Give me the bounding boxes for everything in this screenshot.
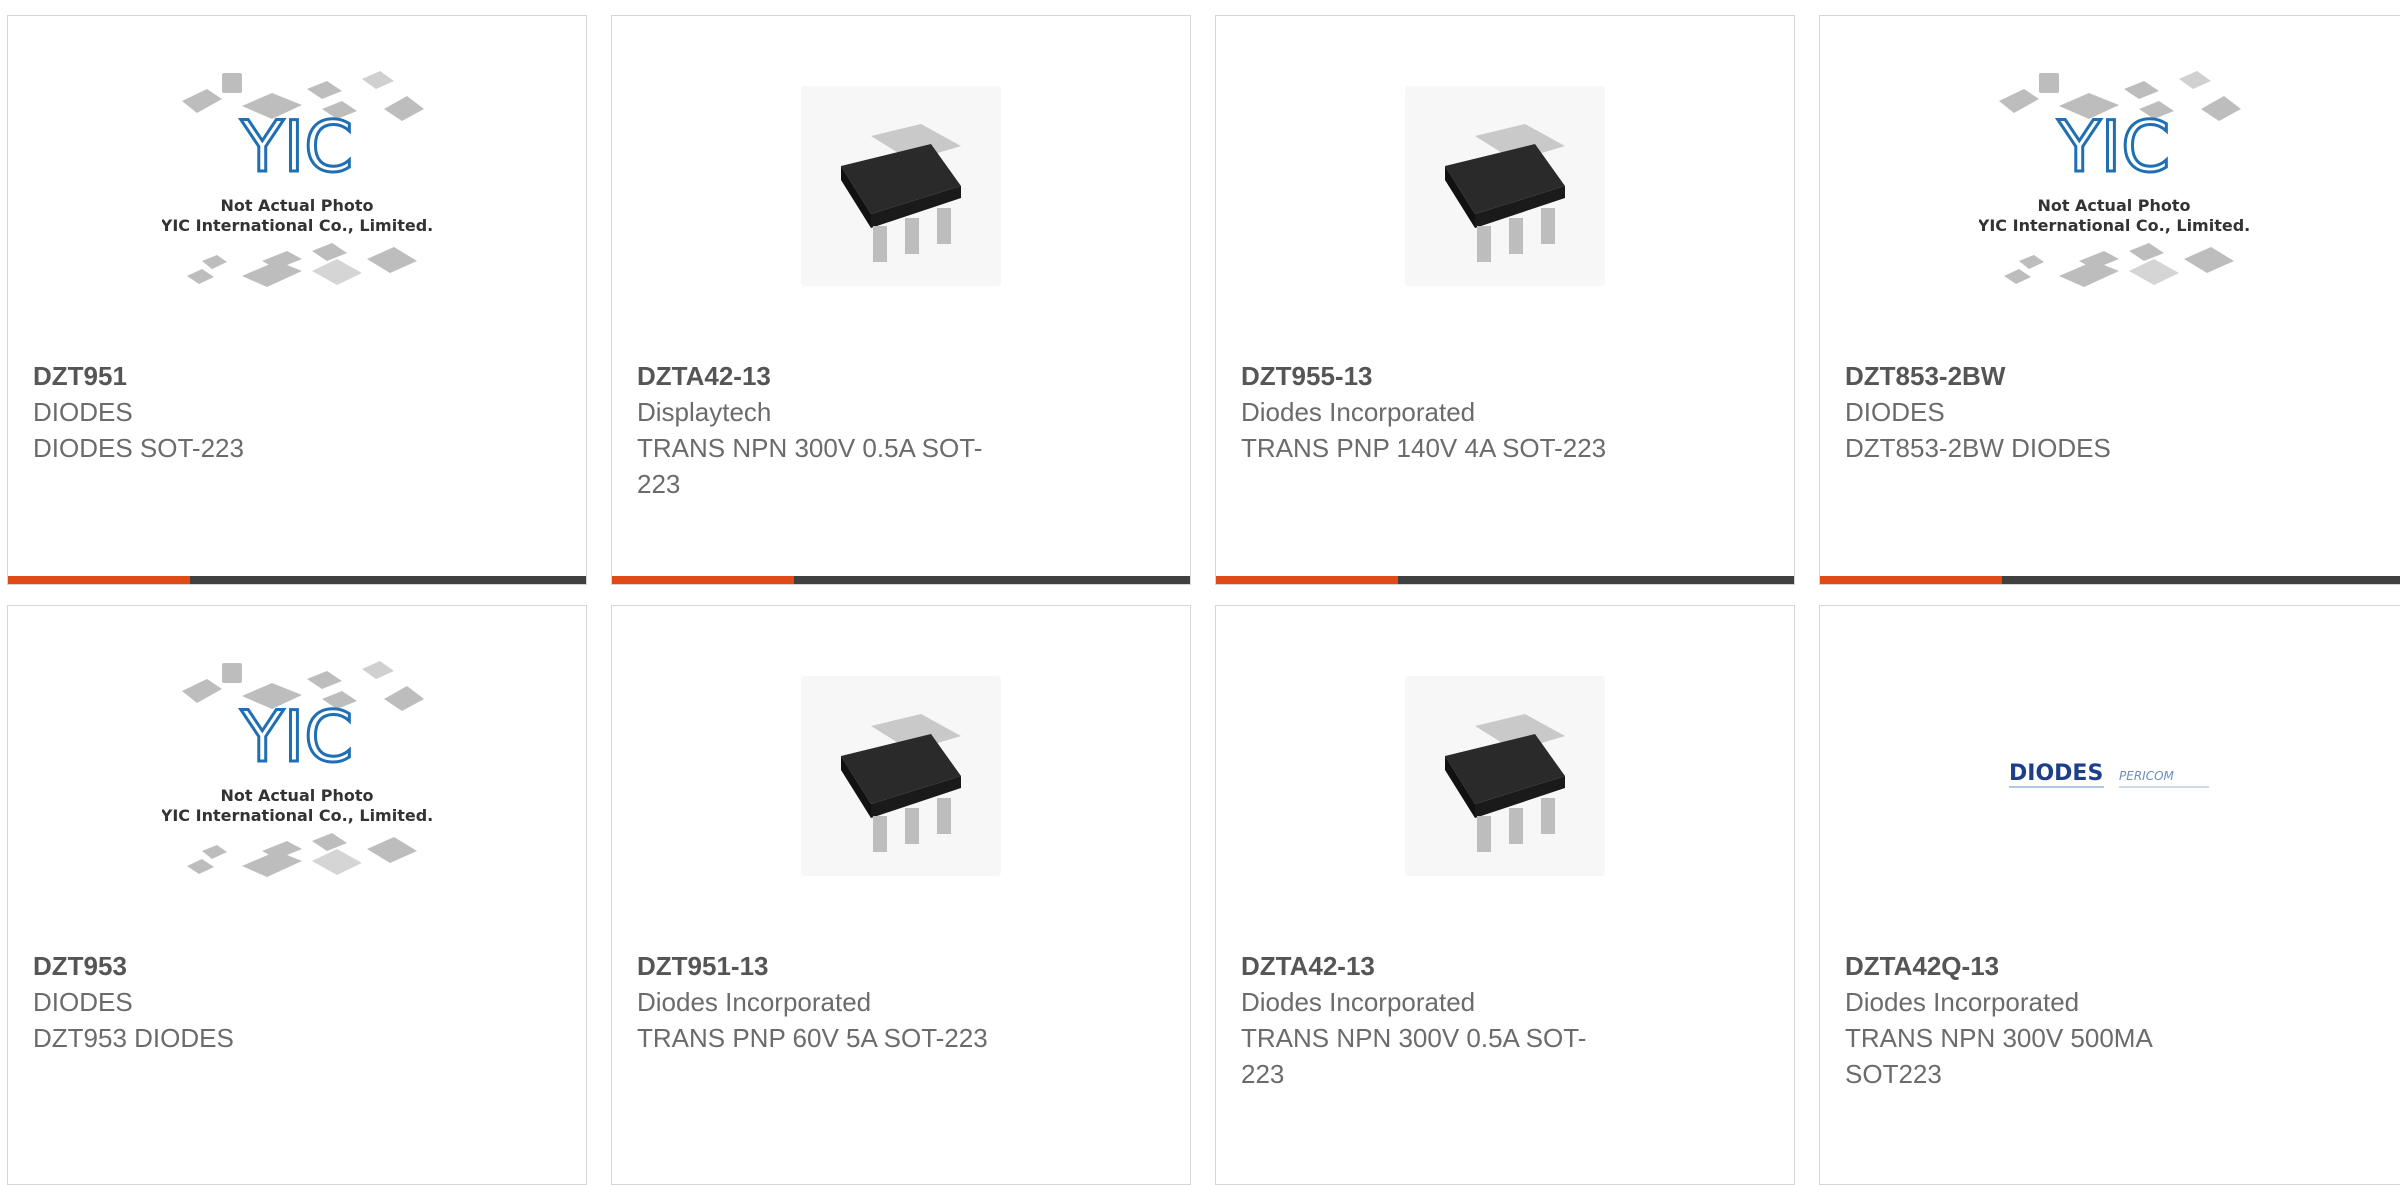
part-number-link[interactable]: DZT953 [33, 948, 453, 984]
svg-text:Not Actual Photo: Not Actual Photo [2037, 196, 2190, 215]
card-bottom-bar [8, 576, 586, 584]
description: TRANS NPN 300V 0.5A SOT-223 [1241, 1023, 1587, 1089]
card-bottom-bar [1820, 576, 2400, 584]
product-card[interactable]: DZT951-13 Diodes Incorporated TRANS PNP … [611, 605, 1191, 1185]
yic-placeholder-image: YIC Not Actual Photo YIC International C… [162, 71, 432, 287]
description: DIODES SOT-223 [33, 433, 244, 463]
yic-placeholder-image: YIC Not Actual Photo YIC International C… [162, 661, 432, 877]
yic-logo: YIC [2057, 106, 2170, 188]
product-image[interactable]: DIODES PERICOM [1820, 606, 2400, 946]
part-number-link[interactable]: DZT853-2BW [1845, 358, 2265, 394]
sot223-transistor-image [801, 86, 1001, 286]
manufacturer: Diodes Incorporated [1241, 397, 1476, 427]
manufacturer: Diodes Incorporated [1241, 987, 1476, 1017]
manufacturer: DIODES [1845, 397, 1945, 427]
svg-text:YIC International Co., Limited: YIC International Co., Limited. [162, 806, 432, 825]
product-image[interactable] [612, 16, 1190, 356]
svg-text:Not Actual Photo: Not Actual Photo [220, 786, 373, 805]
card-bottom-bar [612, 576, 1190, 584]
description: TRANS PNP 140V 4A SOT-223 [1241, 433, 1607, 463]
svg-text:PERICOM: PERICOM [2119, 769, 2175, 783]
manufacturer: Diodes Incorporated [1845, 987, 2080, 1017]
product-image[interactable] [612, 606, 1190, 946]
product-card[interactable]: YIC Not Actual Photo YIC International C… [7, 605, 587, 1185]
product-image[interactable] [1216, 16, 1794, 356]
product-card[interactable]: DZTA42-13 Displaytech TRANS NPN 300V 0.5… [611, 15, 1191, 585]
card-bottom-bar [1216, 576, 1794, 584]
sot223-transistor-image [1405, 86, 1605, 286]
yic-logo: YIC [240, 106, 353, 188]
manufacturer: DIODES [33, 987, 133, 1017]
part-number-link[interactable]: DZTA42Q-13 [1845, 948, 2265, 984]
part-number-link[interactable]: DZT951-13 [637, 948, 1057, 984]
product-image[interactable]: YIC Not Actual Photo YIC International C… [1820, 16, 2400, 356]
sot223-transistor-image [1405, 676, 1605, 876]
svg-text:DIODES: DIODES [2009, 761, 2103, 786]
description: TRANS NPN 300V 0.5A SOT-223 [637, 433, 983, 499]
yic-logo: YIC [240, 696, 353, 778]
manufacturer: DIODES [33, 397, 133, 427]
part-number-link[interactable]: DZTA42-13 [637, 358, 1057, 394]
manufacturer: Diodes Incorporated [637, 987, 872, 1017]
product-image[interactable] [1216, 606, 1794, 946]
description: TRANS NPN 300V 500MA SOT223 [1845, 1023, 2152, 1089]
svg-text:Not Actual Photo: Not Actual Photo [220, 196, 373, 215]
product-card[interactable]: YIC Not Actual Photo YIC International C… [1819, 15, 2400, 585]
description: DZT853-2BW DIODES [1845, 433, 2111, 463]
part-number-link[interactable]: DZT951 [33, 358, 453, 394]
product-card[interactable]: DZTA42-13 Diodes Incorporated TRANS NPN … [1215, 605, 1795, 1185]
sot223-transistor-image [801, 676, 1001, 876]
svg-text:YIC International Co., Limited: YIC International Co., Limited. [1979, 216, 2249, 235]
description: DZT953 DIODES [33, 1023, 234, 1053]
yic-placeholder-image: YIC Not Actual Photo YIC International C… [1979, 71, 2249, 287]
product-card[interactable]: DIODES PERICOM DZTA42Q-13 Diodes Incorpo… [1819, 605, 2400, 1185]
product-image[interactable]: YIC Not Actual Photo YIC International C… [8, 16, 586, 356]
product-image[interactable]: YIC Not Actual Photo YIC International C… [8, 606, 586, 946]
description: TRANS PNP 60V 5A SOT-223 [637, 1023, 988, 1053]
part-number-link[interactable]: DZTA42-13 [1241, 948, 1661, 984]
product-card[interactable]: DZT955-13 Diodes Incorporated TRANS PNP … [1215, 15, 1795, 585]
manufacturer: Displaytech [637, 397, 772, 427]
svg-text:YIC International Co., Limited: YIC International Co., Limited. [162, 216, 432, 235]
diodes-pericom-logo: DIODES PERICOM [2009, 761, 2209, 788]
product-card[interactable]: YIC Not Actual Photo YIC International C… [7, 15, 587, 585]
part-number-link[interactable]: DZT955-13 [1241, 358, 1661, 394]
